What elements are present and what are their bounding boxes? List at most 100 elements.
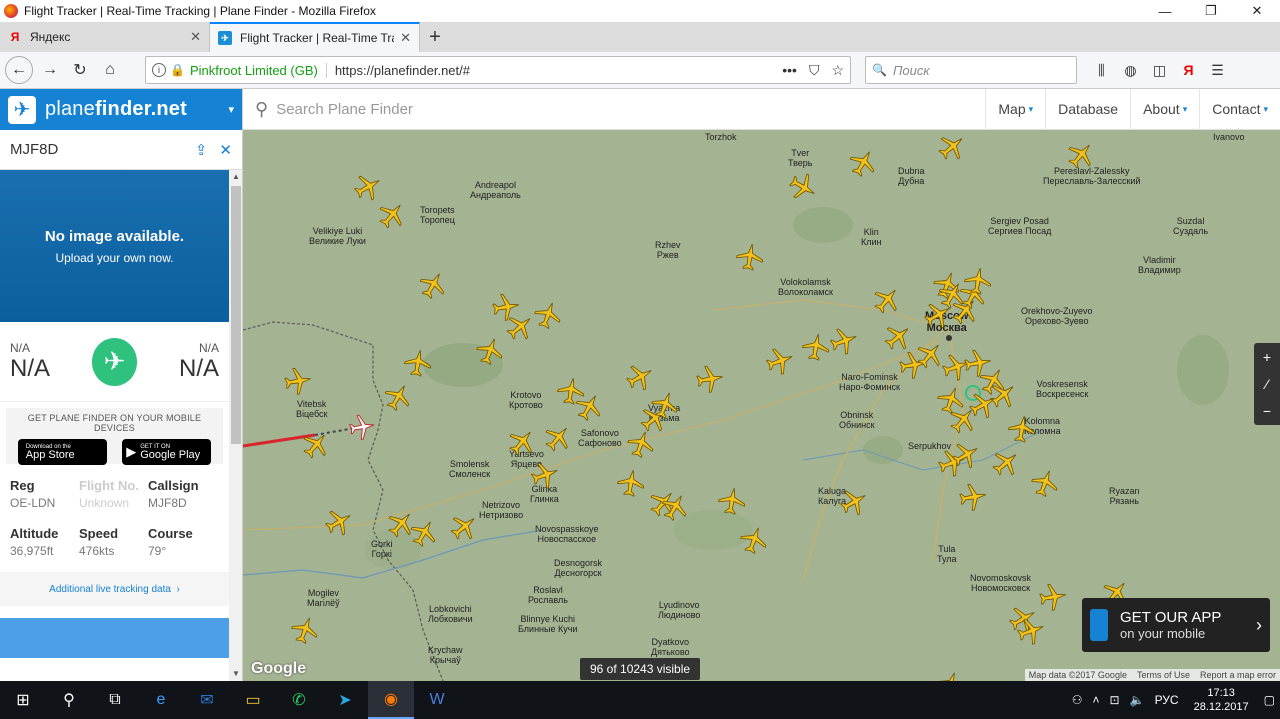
planefinder-search-input[interactable]: ⚲ Search Plane Finder [243,99,985,120]
aircraft-icon[interactable] [848,148,878,178]
aircraft-icon[interactable] [839,487,869,517]
aircraft-icon[interactable] [1038,582,1068,612]
edge-icon[interactable]: e [138,681,184,719]
report-error-link[interactable]: Report a map error [1200,669,1276,681]
app-store-button[interactable]: Download on the App Store [17,439,107,465]
chevron-down-icon[interactable]: ▾ [228,103,234,116]
aircraft-icon[interactable] [409,518,439,548]
aircraft-icon[interactable] [650,390,680,420]
aircraft-icon[interactable] [1066,140,1096,170]
aircraft-icon[interactable] [963,266,993,296]
yandex-extension-icon[interactable]: Я [1174,62,1203,79]
share-icon[interactable]: ⇪ [195,141,208,159]
nav-map[interactable]: Map ▾ [985,88,1045,130]
nav-contact[interactable]: Contact ▾ [1199,88,1280,130]
pen-tool-icon[interactable]: ⁄ [1266,376,1268,392]
aircraft-icon[interactable] [958,482,988,512]
lock-icon[interactable]: 🔒 [170,63,185,77]
aircraft-icon[interactable] [829,326,859,356]
whatsapp-icon[interactable]: ✆ [276,681,322,719]
zoom-in-icon[interactable]: + [1263,349,1271,365]
maximize-button[interactable]: ❐ [1188,3,1234,19]
aircraft-photo-placeholder[interactable]: No image available. Upload your own now. [0,170,229,322]
info-icon[interactable]: i [152,63,166,77]
aircraft-icon[interactable] [739,525,769,555]
aircraft-icon[interactable] [301,430,331,460]
tab-close-icon[interactable]: ✕ [190,29,201,45]
aircraft-icon[interactable] [283,366,313,396]
firefox-taskbar-icon[interactable]: ◉ [368,681,414,719]
back-button[interactable]: ← [5,56,33,84]
aircraft-icon[interactable] [765,346,795,376]
aircraft-icon[interactable] [505,312,535,342]
close-icon[interactable]: ✕ [219,141,232,159]
reload-button[interactable]: ↻ [65,55,95,85]
aircraft-icon[interactable] [1007,414,1037,444]
aircraft-icon[interactable] [660,492,690,522]
brand-bar[interactable]: ✈ planefinder.net ▾ [0,89,242,130]
flight-map[interactable]: Torzhok Tver Тверь Dubna Дубна Andreapol Андре… [243,130,1280,681]
aircraft-icon[interactable] [403,348,433,378]
minimize-button[interactable]: — [1142,4,1188,19]
people-icon[interactable]: ⚇ [1072,693,1083,707]
terms-link[interactable]: Terms of Use [1137,669,1190,681]
aircraft-icon[interactable] [418,270,448,300]
aircraft-icon[interactable] [290,615,320,645]
tab-close-icon[interactable]: ✕ [400,30,411,46]
windows-start-icon[interactable]: ⊞ [0,681,46,719]
aircraft-icon[interactable] [377,200,407,230]
aircraft-icon[interactable] [991,448,1021,478]
home-button[interactable]: ⌂ [95,55,125,85]
aircraft-icon[interactable] [695,364,725,394]
telegram-icon[interactable]: ➤ [322,681,368,719]
url-bar[interactable]: i 🔒 Pinkfroot Limited (GB) https://plane… [145,56,851,84]
tab-planefinder[interactable]: ✈ Flight Tracker | Real-Time Track ✕ [210,22,420,52]
get-app-banner[interactable]: GET OUR APP on your mobile › [1082,598,1270,652]
nav-database[interactable]: Database [1045,88,1130,130]
chevron-up-icon[interactable]: ˄ [1093,693,1100,707]
tab-yandex[interactable]: Я Яндекс ✕ [0,22,210,52]
aircraft-icon[interactable] [625,362,655,392]
scroll-thumb[interactable] [231,186,241,444]
aircraft-icon[interactable] [1016,616,1046,646]
aircraft-icon[interactable] [353,172,383,202]
menu-hamburger-icon[interactable]: ☰ [1203,62,1232,79]
volume-icon[interactable]: 🔈 [1130,693,1145,707]
page-actions-icon[interactable]: ••• [782,62,797,78]
aircraft-icon[interactable] [616,468,646,498]
aircraft-icon[interactable] [935,670,965,681]
aircraft-icon[interactable] [937,132,967,162]
selected-aircraft-icon[interactable] [348,413,378,443]
forward-button[interactable]: → [35,55,65,85]
file-explorer-icon[interactable]: ▭ [230,681,276,719]
pocket-icon[interactable]: ⛉ [809,62,820,79]
nav-about[interactable]: About ▾ [1130,88,1199,130]
task-view-icon[interactable]: ⧉ [92,681,138,719]
aircraft-icon[interactable] [948,405,978,435]
upload-link[interactable]: Upload your own now. [0,251,229,265]
notifications-icon[interactable]: ▢ [1264,693,1275,707]
aircraft-icon[interactable] [530,460,560,490]
aircraft-icon[interactable] [626,429,656,459]
site-identity[interactable]: Pinkfroot Limited (GB) [190,62,327,78]
aircraft-icon[interactable] [951,440,981,470]
clock[interactable]: 17:13 28.12.2017 [1194,686,1249,714]
bookmark-star-icon[interactable]: ☆ [831,62,844,79]
browser-search-input[interactable]: 🔍 Поиск [865,56,1077,84]
aircraft-icon[interactable] [872,285,902,315]
google-play-button[interactable]: ▶ GET IT ON Google Play [122,439,212,465]
outlook-icon[interactable]: ✉ [184,681,230,719]
aircraft-icon[interactable] [1030,468,1060,498]
scroll-up-icon[interactable]: ▲ [229,170,242,184]
aircraft-icon[interactable] [383,382,413,412]
aircraft-icon[interactable] [543,423,573,453]
aircraft-icon[interactable] [574,392,604,422]
aircraft-icon[interactable] [475,336,505,366]
aircraft-icon[interactable] [449,512,479,542]
vpn-globe-icon[interactable]: ◍ [1116,62,1145,79]
aircraft-icon[interactable] [735,242,765,272]
aircraft-icon[interactable] [788,172,818,202]
aircraft-icon[interactable] [883,322,913,352]
search-icon[interactable]: ⚲ [46,681,92,719]
sidebar-scrollbar[interactable]: ▲ ▼ [229,170,242,681]
